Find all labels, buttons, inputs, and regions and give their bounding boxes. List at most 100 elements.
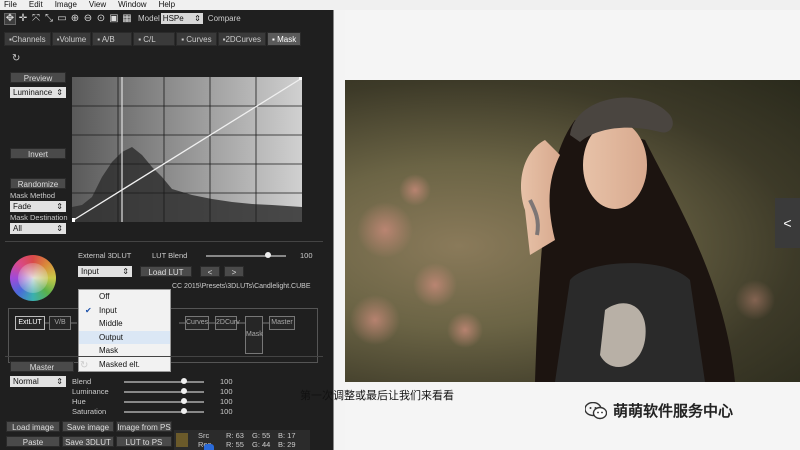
hue-slider-knob[interactable] [181,398,187,404]
slider-label: Saturation [72,407,107,416]
curve-point-end [299,77,302,80]
pipeline-node-mask[interactable]: Mask [245,316,263,354]
slider-value: 100 [220,387,233,396]
pipeline-node-vb[interactable]: V/B [49,316,71,330]
photo-illustration [350,97,775,382]
model-select[interactable]: HSPe ⇕ [160,13,203,24]
preview-button[interactable]: Preview [10,72,66,83]
lut-blend-slider-knob[interactable] [265,252,272,258]
compare-button[interactable]: Compare [208,14,241,23]
zoom-fit-icon[interactable]: ⊙ [95,13,107,25]
fit-icon[interactable]: ⤧ [30,13,42,25]
pipeline-node-curves[interactable]: Curves [185,316,209,330]
save-image-button[interactable]: Save image [62,421,114,432]
tab-ab[interactable]: ▪ A/B [92,32,133,46]
luminance-slider-knob[interactable] [181,388,187,394]
load-lut-button[interactable]: Load LUT [140,266,192,277]
mask-destination-select[interactable]: All ⇕ [10,223,66,234]
menu-help[interactable]: Help [159,0,175,10]
menubar: File Edit Image View Window Help [0,0,800,10]
refresh-icon[interactable]: ↻ [12,53,20,64]
grid-icon[interactable]: ▦ [121,13,133,25]
pipeline-node-master[interactable]: Master [269,316,295,330]
image-from-ps-button[interactable]: Image from PS [116,421,172,432]
blend-slider-knob[interactable] [181,378,187,384]
tab-curves[interactable]: ▪ Curves [176,32,217,46]
master-button[interactable]: Master [10,361,74,372]
move-icon[interactable]: ✥ [4,12,16,25]
src-r-value: 63 [235,431,244,440]
zoom-out-icon[interactable]: ⊖ [82,13,94,25]
saturation-slider[interactable] [124,411,204,413]
watermark-text: 萌萌软件服务中心 [613,403,734,420]
src-b-value: 17 [287,431,296,440]
slider-label: Luminance [72,387,109,396]
preview-photo [345,80,800,382]
watermark: 萌萌软件服务中心 [585,400,733,421]
mask-method-select[interactable]: Fade ⇕ [10,201,66,212]
zoom-in-icon[interactable]: ⊕ [69,13,81,25]
tab-bar: ▪Channels ▪Volume ▪ A/B ▪ C/L ▪ Curves ▪… [4,32,308,46]
dropdown-item-output[interactable]: Output [79,330,170,344]
curve-point-start [72,218,75,222]
mask-method-label: Mask Method [10,191,56,200]
slider-value: 100 [220,407,233,416]
slider-label: Hue [72,397,86,406]
tab-mask[interactable]: ▪ Mask [267,32,302,46]
mask-curve-editor[interactable] [72,77,302,222]
dropdown-item-off[interactable]: Off [79,290,170,304]
color-swatch [176,433,188,447]
lut-next-button[interactable]: > [224,266,244,277]
crosshair-icon[interactable]: ✛ [17,13,29,25]
lut-blend-slider[interactable] [206,255,286,257]
menu-view[interactable]: View [89,0,106,10]
color-wheel[interactable] [10,255,56,301]
next-arrow-button[interactable]: < [775,198,800,248]
lut-blend-label: LUT Blend [152,251,188,260]
master-refresh-icon[interactable]: ↻ [80,360,88,371]
saturation-slider-knob[interactable] [181,408,187,414]
lut-path: CC 2015\Presets\3DLUTs\Candlelight.CUBE [172,283,311,290]
dropdown-item-middle[interactable]: Middle [79,317,170,331]
channel-select[interactable]: Luminance ⇕ [10,87,66,98]
load-image-button[interactable]: Load image [6,421,60,432]
menu-image[interactable]: Image [55,0,77,10]
tab-2dcurves[interactable]: ▪2DCurves [217,32,267,46]
resize-icon[interactable]: ⤡ [43,13,55,25]
external-3dlut-label: External 3DLUT [78,251,132,260]
pipeline-node-2dcurves[interactable]: 2DCurv [215,316,240,330]
lut-input-select[interactable]: Input ⇕ [78,266,132,277]
luminance-slider[interactable] [124,391,204,393]
video-progress-knob[interactable] [204,444,214,450]
randomize-button[interactable]: Randomize [10,178,66,189]
pipeline-node-extlut[interactable]: ExtLUT [15,316,45,330]
menu-file[interactable]: File [4,0,17,10]
select-icon[interactable]: ▭ [56,13,68,25]
panel-divider[interactable] [333,10,345,450]
dropdown-item-input[interactable]: ✔ Input [79,304,170,318]
blend-mode-select[interactable]: Normal ⇕ [10,376,66,387]
res-r-value: 55 [235,440,244,449]
dropdown-item-masked-elt[interactable]: Masked elt. [79,358,170,372]
tab-volume[interactable]: ▪Volume [51,32,92,46]
src-g-value: 55 [262,431,271,440]
invert-button[interactable]: Invert [10,148,66,159]
pixel-readout: Src Res R: 63 G: 55 B: 17 R: 55 G: 44 B:… [174,430,310,450]
mask-destination-label: Mask Destination [10,213,68,222]
slider-value: 100 [220,397,233,406]
menu-edit[interactable]: Edit [29,0,43,10]
hue-slider[interactable] [124,401,204,403]
video-subtitle: 第一次调整或最后让我们来看看 [300,390,454,402]
blend-slider[interactable] [124,381,204,383]
menu-window[interactable]: Window [118,0,146,10]
lut-prev-button[interactable]: < [200,266,220,277]
save-3dlut-button[interactable]: Save 3DLUT [62,436,114,447]
tab-cl[interactable]: ▪ C/L [133,32,176,46]
tab-channels[interactable]: ▪Channels [4,32,51,46]
lut-to-ps-button[interactable]: LUT to PS [116,436,172,447]
src-label: Src [198,431,210,440]
paste-button[interactable]: Paste [6,436,60,447]
lut-input-dropdown[interactable]: Off ✔ Input Middle Output Mask Masked elt… [78,289,171,372]
view-icon[interactable]: ▣ [108,13,120,25]
toolbar: ✥ ✛ ⤧ ⤡ ▭ ⊕ ⊖ ⊙ ▣ ▦ Model HSPe ⇕ Compare [4,11,304,26]
